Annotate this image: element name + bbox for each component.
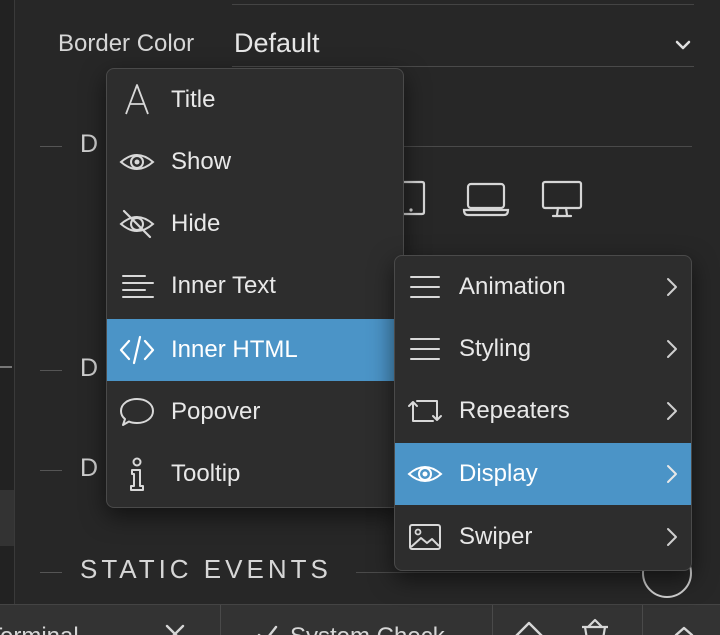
- title-text-icon: [119, 82, 155, 118]
- section-heading[interactable]: D: [80, 454, 100, 483]
- section-heading[interactable]: D: [80, 354, 100, 383]
- home-icon[interactable]: [512, 619, 546, 635]
- rail-marker: [0, 366, 12, 368]
- menu-item-label: Popover: [171, 398, 261, 425]
- menu-item-tooltip[interactable]: Tooltip: [107, 443, 403, 505]
- border-color-value: Default: [234, 28, 320, 58]
- context-menu: Title Show Hide Inner Text Inner HTML Po…: [106, 68, 404, 508]
- submenu: Animation Styling Repeaters Display Swip…: [394, 255, 692, 571]
- eye-icon: [119, 144, 155, 180]
- menu-lines-icon: [407, 331, 443, 367]
- tab-divider: [492, 605, 493, 635]
- static-events-title: STATIC EVENTS: [80, 554, 332, 584]
- menu-item-show[interactable]: Show: [107, 131, 403, 193]
- desktop-icon[interactable]: [540, 178, 584, 220]
- section-heading[interactable]: D: [80, 130, 100, 159]
- eye-icon: [407, 456, 443, 492]
- laptop-icon[interactable]: [462, 178, 510, 218]
- tab-divider: [220, 605, 221, 635]
- close-icon[interactable]: [164, 623, 186, 635]
- chevron-right-icon: [665, 277, 679, 297]
- border-color-label: Border Color: [58, 30, 195, 57]
- terminal-tab[interactable]: Terminal: [0, 623, 79, 635]
- system-check-tab[interactable]: System Check: [290, 623, 445, 635]
- image-icon: [407, 519, 443, 555]
- menu-item-inner-html[interactable]: Inner HTML: [107, 319, 403, 381]
- section-dash: [40, 370, 62, 371]
- submenu-item-swiper[interactable]: Swiper: [395, 506, 691, 568]
- menu-item-label: Inner Text: [171, 272, 276, 299]
- menu-item-label: Tooltip: [171, 460, 241, 487]
- speech-bubble-icon: [119, 394, 155, 430]
- section-dash: [40, 146, 62, 147]
- info-icon: [119, 456, 155, 492]
- align-left-icon: [119, 268, 155, 304]
- border-color-select[interactable]: Default: [232, 24, 694, 67]
- submenu-item-animation[interactable]: Animation: [395, 256, 691, 318]
- section-divider: [400, 146, 692, 147]
- menu-item-popover[interactable]: Popover: [107, 381, 403, 443]
- submenu-item-display[interactable]: Display: [395, 443, 691, 505]
- tab-divider: [642, 605, 643, 635]
- menu-item-label: Hide: [171, 210, 221, 237]
- menu-item-label: Styling: [459, 335, 532, 362]
- menu-item-label: Display: [459, 460, 538, 487]
- chevron-right-icon: [665, 401, 679, 421]
- repeat-icon: [407, 393, 443, 429]
- top-divider: [232, 0, 694, 5]
- section-dash: [40, 572, 62, 573]
- eye-off-icon: [119, 206, 155, 242]
- chevron-down-icon: [674, 36, 692, 54]
- bottom-tab-bar: Terminal System Check: [0, 604, 720, 635]
- menu-item-label: Animation: [459, 273, 566, 300]
- menu-item-hide[interactable]: Hide: [107, 193, 403, 255]
- section-divider: [356, 572, 640, 573]
- menu-item-label: Show: [171, 148, 232, 175]
- menu-item-inner-text[interactable]: Inner Text: [107, 255, 403, 317]
- left-rail: [0, 0, 15, 604]
- chevron-right-icon: [665, 464, 679, 484]
- code-icon: [119, 332, 155, 368]
- section-dash: [40, 470, 62, 471]
- menu-item-label: Swiper: [459, 523, 533, 550]
- menu-item-title[interactable]: Title: [107, 69, 403, 131]
- submenu-item-repeaters[interactable]: Repeaters: [395, 380, 691, 442]
- menu-lines-icon: [407, 269, 443, 305]
- menu-item-label: Title: [171, 86, 216, 113]
- menu-item-label: Inner HTML: [171, 336, 298, 363]
- menu-item-label: Repeaters: [459, 397, 570, 424]
- chevron-right-icon: [665, 527, 679, 547]
- shopping-basket-icon[interactable]: [578, 617, 612, 635]
- submenu-item-styling[interactable]: Styling: [395, 318, 691, 380]
- chevron-right-icon: [665, 339, 679, 359]
- check-icon: [257, 625, 278, 635]
- rail-block: [0, 490, 14, 546]
